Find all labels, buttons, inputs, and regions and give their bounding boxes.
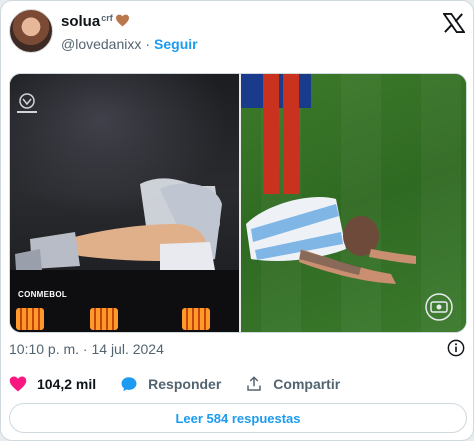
reply-button[interactable]: Responder <box>120 375 221 393</box>
follow-button[interactable]: Seguir <box>154 36 198 52</box>
info-icon[interactable] <box>447 339 465 357</box>
author-display-name[interactable]: solua <box>61 13 100 30</box>
like-count: 104,2 mil <box>37 376 97 392</box>
conmebol-logo-icon <box>17 93 37 113</box>
heart-icon <box>9 376 27 392</box>
brown-heart-icon <box>115 14 129 27</box>
reply-bubble-icon <box>121 377 137 392</box>
avatar[interactable] <box>9 9 53 53</box>
author-handle-row: @lovedanixx · Seguir <box>61 36 198 52</box>
read-replies-button[interactable]: Leer 584 respuestas <box>9 403 467 433</box>
stage-light <box>182 308 210 330</box>
tweet-header: solua crf @lovedanixx · Seguir <box>9 9 465 59</box>
share-label: Compartir <box>273 376 341 392</box>
reply-label: Responder <box>148 376 222 392</box>
tweet-timestamp[interactable]: 10:10 p. m. · 14 jul. 2024 <box>9 341 164 357</box>
tweet-card: solua crf @lovedanixx · Seguir CONMEBOL … <box>0 0 474 441</box>
share-button[interactable]: Compartir <box>245 375 340 393</box>
separator-dot: · <box>145 36 151 52</box>
media-image-left[interactable]: CONMEBOL <box>10 74 239 332</box>
performer-figure <box>15 178 222 270</box>
tweet-actions: 104,2 mil Responder Compartir <box>9 375 364 393</box>
broadcaster-logo-icon <box>425 293 453 321</box>
author-handle[interactable]: @lovedanixx <box>61 36 141 52</box>
author-name-superscript: crf <box>101 13 113 23</box>
like-button[interactable]: 104,2 mil <box>9 375 96 393</box>
conmebol-watermark: CONMEBOL <box>18 290 68 299</box>
tweet-media[interactable]: CONMEBOL <box>9 73 467 333</box>
stage-light <box>16 308 44 330</box>
stage-light <box>90 308 118 330</box>
share-icon <box>247 376 262 391</box>
author-name-row: solua crf <box>61 13 130 30</box>
x-logo-icon[interactable] <box>443 13 465 33</box>
media-image-right[interactable] <box>241 74 466 332</box>
